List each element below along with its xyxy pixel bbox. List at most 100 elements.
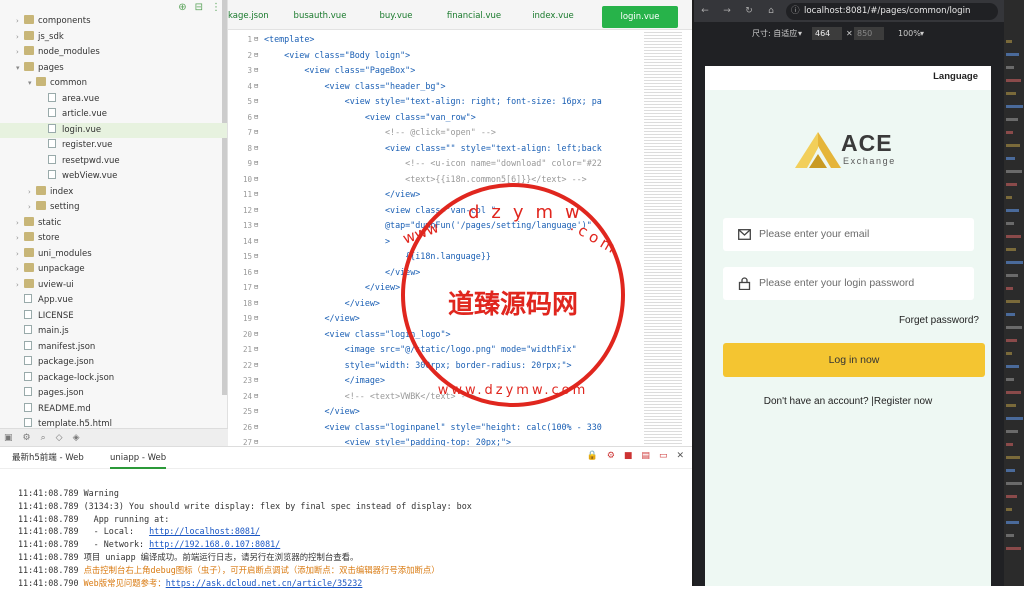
tree-item[interactable]: template.h5.html bbox=[0, 417, 227, 428]
width-input[interactable]: 464 bbox=[812, 27, 842, 40]
code-line[interactable]: </image> bbox=[264, 373, 385, 389]
fold-icon[interactable]: ⊟ bbox=[254, 172, 258, 188]
code-line[interactable]: </view> bbox=[264, 187, 420, 203]
fold-icon[interactable]: ⊟ bbox=[254, 187, 258, 203]
tree-item[interactable]: main.js bbox=[0, 324, 227, 340]
line-number[interactable]: 17 bbox=[228, 280, 252, 296]
line-number[interactable]: 12 bbox=[228, 203, 252, 219]
console-tab[interactable]: 最新h5前端 - Web bbox=[12, 447, 84, 469]
chevron-down-icon[interactable]: ▾ bbox=[28, 76, 36, 92]
forward-icon[interactable]: → bbox=[716, 6, 738, 16]
tree-item[interactable]: › static bbox=[0, 216, 227, 232]
language-button[interactable]: Language bbox=[933, 71, 978, 82]
log-link[interactable]: http://localhost:8081/ bbox=[149, 526, 260, 536]
chevron-right-icon[interactable]: › bbox=[16, 45, 24, 61]
reload-icon[interactable]: ↻ bbox=[738, 6, 760, 16]
folder-icon[interactable]: ▣ bbox=[4, 433, 13, 443]
code-line[interactable]: <view class="header_bg"> bbox=[264, 79, 446, 95]
fold-icon[interactable]: ⊟ bbox=[254, 110, 258, 126]
close-icon[interactable]: ✕ bbox=[676, 451, 684, 461]
line-number[interactable]: 4 bbox=[228, 79, 252, 95]
home-icon[interactable]: ⌂ bbox=[760, 6, 782, 16]
forgot-password-link[interactable]: Forget password? bbox=[899, 315, 979, 326]
site-info-icon[interactable]: ⓘ bbox=[791, 3, 800, 20]
line-number[interactable]: 9 bbox=[228, 156, 252, 172]
fold-icon[interactable]: ⊟ bbox=[254, 280, 258, 296]
line-number[interactable]: 13 bbox=[228, 218, 252, 234]
line-number[interactable]: 11 bbox=[228, 187, 252, 203]
chevron-right-icon[interactable]: › bbox=[16, 247, 24, 263]
chevron-right-icon[interactable]: › bbox=[16, 278, 24, 294]
editor-tab[interactable]: busauth.vue bbox=[290, 0, 350, 30]
tree-item[interactable]: › components bbox=[0, 14, 227, 30]
line-number[interactable]: 25 bbox=[228, 404, 252, 420]
fold-icon[interactable]: ⊟ bbox=[254, 265, 258, 281]
line-number[interactable]: 5 bbox=[228, 94, 252, 110]
tree-item[interactable]: › unpackage bbox=[0, 262, 227, 278]
line-number[interactable]: 1 bbox=[228, 32, 252, 48]
code-line[interactable]: </view> bbox=[264, 311, 360, 327]
device-size-select[interactable]: 尺寸: 自适应 bbox=[752, 26, 797, 42]
tree-item[interactable]: LICENSE bbox=[0, 309, 227, 325]
tree-item[interactable]: manifest.json bbox=[0, 340, 227, 356]
code-line[interactable]: @tap="dumpFun('/pages/setting/language')… bbox=[264, 218, 592, 234]
maximize-icon[interactable]: ▭ bbox=[659, 451, 668, 461]
tree-item[interactable]: › index bbox=[0, 185, 227, 201]
fold-icon[interactable]: ⊟ bbox=[254, 79, 258, 95]
back-icon[interactable]: ← bbox=[694, 6, 716, 16]
code-line[interactable]: <!-- <u-icon name="download" color="#22 bbox=[264, 156, 602, 172]
code-line[interactable]: </view> bbox=[264, 280, 400, 296]
code-line[interactable]: <view class="" style="text-align: left;b… bbox=[264, 141, 602, 157]
line-number[interactable]: 21 bbox=[228, 342, 252, 358]
line-number[interactable]: 2 bbox=[228, 48, 252, 64]
line-number[interactable]: 26 bbox=[228, 420, 252, 436]
tree-item[interactable]: › uni_modules bbox=[0, 247, 227, 263]
line-number[interactable]: 19 bbox=[228, 311, 252, 327]
tree-item[interactable]: register.vue bbox=[0, 138, 227, 154]
code-line[interactable]: <view style="text-align: right; font-siz… bbox=[264, 94, 602, 110]
line-number[interactable]: 23 bbox=[228, 373, 252, 389]
tree-item[interactable]: README.md bbox=[0, 402, 227, 418]
fold-icon[interactable]: ⊟ bbox=[254, 296, 258, 312]
height-input[interactable]: 850 bbox=[854, 27, 884, 40]
code-line[interactable]: <view class="van_row"> bbox=[264, 110, 476, 126]
editor-tab[interactable]: kage.json bbox=[228, 0, 269, 30]
code-line[interactable]: <template> bbox=[264, 32, 314, 48]
minimap[interactable] bbox=[644, 30, 682, 446]
console-tab[interactable]: uniapp - Web bbox=[110, 447, 167, 469]
code-line[interactable]: <view style="padding-top: 20px;"> bbox=[264, 435, 511, 446]
tree-item[interactable]: pages.json bbox=[0, 386, 227, 402]
fold-icon[interactable]: ⊟ bbox=[254, 32, 258, 48]
code-line[interactable]: <!-- <text>VWBK</text> --> bbox=[264, 389, 476, 405]
code-line[interactable]: <view class="login_logo"> bbox=[264, 327, 451, 343]
plugin-icon[interactable]: ◈ bbox=[73, 433, 80, 443]
code-line[interactable]: <view class="loginpanel" style="height: … bbox=[264, 420, 602, 436]
outline-icon[interactable]: ◇ bbox=[56, 433, 63, 443]
code-line[interactable]: </view> bbox=[264, 265, 420, 281]
code-line[interactable]: <image src="@/static/logo.png" mode="wid… bbox=[264, 342, 577, 358]
chevron-right-icon[interactable]: › bbox=[28, 185, 36, 201]
zoom-dropdown-icon[interactable]: ▾ bbox=[920, 26, 924, 42]
editor-tab[interactable]: financial.vue bbox=[444, 0, 504, 30]
line-number[interactable]: 14 bbox=[228, 234, 252, 250]
url-input[interactable]: ⓘ localhost:8081/#/pages/common/login bbox=[786, 3, 998, 20]
tree-item[interactable]: ▾ pages bbox=[0, 61, 227, 77]
search-icon[interactable]: ⌕ bbox=[41, 433, 46, 443]
code-line[interactable]: <view class="PageBox"> bbox=[264, 63, 415, 79]
tree-item[interactable]: › js_sdk bbox=[0, 30, 227, 46]
clear-icon[interactable]: ▤ bbox=[641, 451, 650, 461]
tree-item[interactable]: login.vue bbox=[0, 122, 227, 138]
editor-tab[interactable]: login.vue bbox=[602, 6, 678, 28]
code-line[interactable]: <view class="Body loign"> bbox=[264, 48, 410, 64]
tree-item[interactable]: area.vue bbox=[0, 92, 227, 108]
line-number[interactable]: 20 bbox=[228, 327, 252, 343]
editor-tab[interactable]: buy.vue bbox=[376, 0, 416, 30]
fold-icon[interactable]: ⊟ bbox=[254, 327, 258, 343]
tree-item[interactable]: › node_modules bbox=[0, 45, 227, 61]
collapse-icon[interactable]: ⊟ bbox=[195, 2, 203, 13]
line-number[interactable]: 16 bbox=[228, 265, 252, 281]
tree-item[interactable]: App.vue bbox=[0, 293, 227, 309]
code-line[interactable]: > bbox=[264, 234, 390, 250]
code-line[interactable]: style="width: 300rpx; border-radius: 20r… bbox=[264, 358, 572, 374]
chevron-right-icon[interactable]: › bbox=[16, 216, 24, 232]
